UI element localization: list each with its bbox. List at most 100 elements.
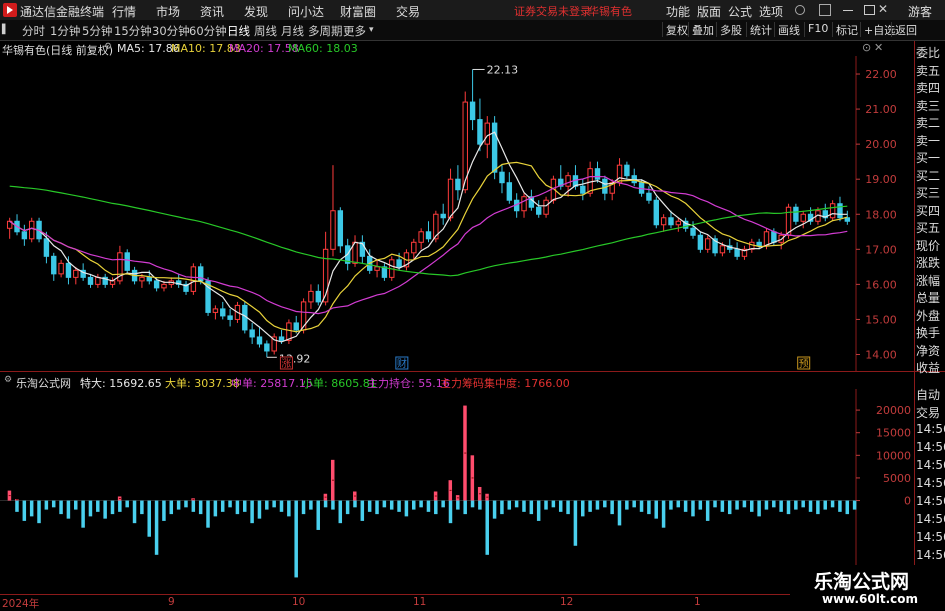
volume-tick-label: 10000 [876, 449, 911, 462]
volume-bar-negative [345, 500, 350, 515]
period-60min[interactable]: 60分钟 [189, 23, 227, 39]
trade-status[interactable]: 证券交易未登录 [514, 3, 591, 19]
minimize-icon[interactable] [843, 10, 853, 11]
btn-fanhui[interactable]: 返回 [891, 22, 920, 37]
btn-fuquan[interactable]: 复权 [662, 22, 691, 37]
settings-icon[interactable]: ⚙ [104, 42, 112, 52]
close-icon[interactable]: ✕ [878, 2, 888, 16]
volume-bar-negative [22, 500, 27, 521]
price-tick-label: 16.00 [865, 278, 897, 291]
candle-down [844, 217, 851, 222]
candle-up [484, 122, 490, 145]
volume-bar-negative [830, 500, 835, 508]
tick-time: 14:56 [916, 440, 945, 454]
btn-biaoji[interactable]: 标记 [832, 22, 861, 37]
btn-duogu[interactable]: 多股 [716, 22, 745, 37]
menu-shichang[interactable]: 市场 [156, 3, 180, 20]
btn-huaxian[interactable]: 画线 [774, 22, 803, 37]
period-weekly[interactable]: 周线 [254, 23, 277, 39]
tick-time: 14:56 [916, 530, 945, 544]
price-tick-label: 17.00 [865, 243, 897, 256]
price-tick-label: 18.00 [865, 208, 897, 221]
menu-banmian[interactable]: 版面 [697, 3, 721, 20]
candle-down [87, 276, 94, 285]
menu-caifuquan[interactable]: 财富圈 [340, 3, 376, 20]
quote-field-label: 买二 [916, 168, 941, 183]
volume-bar-negative [691, 500, 695, 517]
user-guest[interactable]: 游客 [908, 3, 932, 20]
period-multi[interactable]: 多周期 [308, 23, 343, 39]
quote-field-label: 卖四 [916, 81, 941, 95]
volume-bar-negative [176, 500, 181, 510]
menu-xuanxiang[interactable]: 选项 [759, 3, 783, 20]
period-more[interactable]: 更多 [343, 23, 366, 39]
auto-trade-label[interactable]: 交易 [916, 404, 945, 421]
candlestick-chart[interactable]: 22.00 21.00 20.00 19.00 18.00 17.00 16.00 15.00… [0, 56, 916, 371]
event-marker-label: 财 [397, 357, 407, 370]
btn-diejia[interactable]: 叠加 [688, 22, 717, 37]
more-dropdown-icon[interactable]: ▾ [369, 25, 374, 35]
period-monthly[interactable]: 月线 [281, 23, 304, 39]
volume-bar-negative [720, 500, 725, 512]
period-15min[interactable]: 15分钟 [114, 23, 152, 39]
menu-gongshi[interactable]: 公式 [728, 3, 752, 20]
price-tick-label: 15.00 [865, 313, 897, 326]
event-marker-label: 涨 [281, 358, 291, 370]
date-label: 10 [292, 596, 306, 608]
volume-bar-negative [15, 500, 19, 512]
close-chart-icon[interactable]: ✕ [874, 41, 883, 54]
user-icon[interactable] [795, 5, 805, 15]
candle-down [536, 206, 542, 215]
volume-bar-negative [669, 500, 673, 510]
maximize-icon[interactable] [864, 5, 875, 15]
btn-f10[interactable]: F10 [804, 22, 831, 37]
quote-field-label: 买三 [916, 186, 941, 200]
btn-tongji[interactable]: 统计 [746, 22, 775, 37]
volume-bar-negative [198, 500, 203, 515]
volume-bar-negative [838, 500, 842, 512]
volume-bar-negative [228, 500, 232, 508]
volume-bar-negative [81, 500, 85, 528]
watermark-name: 乐淘公式网 [814, 571, 910, 593]
menu-gongneng[interactable]: 功能 [666, 3, 690, 20]
candle-down [491, 122, 498, 173]
period-daily[interactable]: 日线 [227, 23, 250, 39]
quote-field-label: 委比 [916, 46, 941, 60]
menu-faxian[interactable]: 发现 [244, 3, 268, 20]
menu-jiaoyi[interactable]: 交易 [396, 3, 420, 20]
menu-hangqing[interactable]: 行情 [112, 3, 136, 20]
volume-bar-negative [647, 500, 651, 515]
menu-wenxiaoda[interactable]: 问小达 [288, 3, 324, 20]
volume-indicator-chart[interactable]: 20000 15000 10000 5000 0 [0, 389, 916, 594]
quote-field-label: 买一 [916, 151, 941, 165]
period-30min[interactable]: 30分钟 [152, 23, 190, 39]
volume-bar-negative [808, 500, 813, 512]
period-5min[interactable]: 5分钟 [82, 23, 112, 39]
watermark-url: www.60lt.com [822, 592, 919, 606]
volume-bar-negative [235, 500, 240, 515]
candle-down [668, 217, 674, 226]
candle-down [624, 164, 630, 177]
quote-field-label: 现价 [916, 238, 941, 253]
volume-bar-negative [287, 500, 291, 517]
volume-bar-negative [698, 500, 703, 510]
candle-up [521, 196, 527, 212]
message-icon[interactable] [819, 4, 831, 16]
auto-trade-label[interactable]: 自动 [916, 386, 945, 403]
volume-bar-negative [603, 500, 607, 508]
panel-divider[interactable] [0, 371, 945, 372]
sub-settings-icon[interactable]: ⚙ [4, 375, 12, 385]
toolbar-menu-icon[interactable]: ▌ [2, 25, 9, 35]
period-1min[interactable]: 1分钟 [50, 23, 80, 39]
collapse-icon[interactable]: ⊙ [862, 41, 871, 54]
volume-bar-negative [338, 500, 343, 524]
quote-field-label: 买四 [916, 203, 941, 218]
volume-bar-negative [191, 500, 196, 512]
period-fenshi[interactable]: 分时 [22, 23, 45, 39]
menu-zixun[interactable]: 资讯 [200, 3, 224, 20]
quote-field-label: 换手 [916, 326, 941, 340]
volume-bar-negative [272, 500, 276, 508]
volume-bar-negative [514, 500, 519, 508]
volume-bar-negative [110, 500, 115, 515]
quote-field-label: 卖三 [916, 98, 941, 113]
